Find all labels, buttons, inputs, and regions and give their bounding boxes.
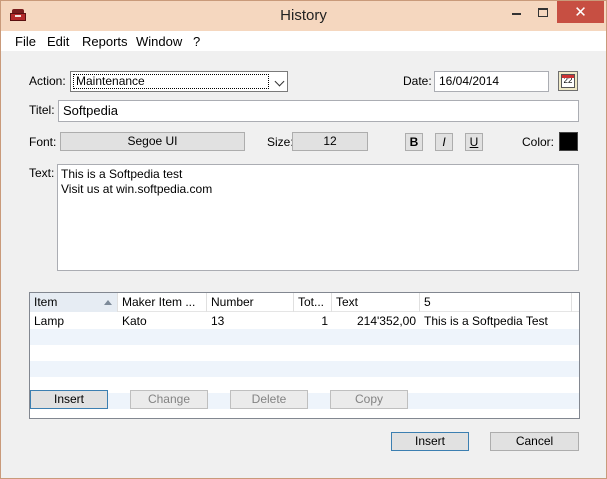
maximize-icon bbox=[538, 7, 548, 17]
copy-button[interactable]: Copy bbox=[330, 390, 408, 409]
chevron-down-icon bbox=[274, 76, 285, 87]
date-field[interactable]: 16/04/2014 bbox=[434, 71, 549, 92]
cell-maker-item: Kato bbox=[122, 314, 147, 328]
text-area[interactable]: This is a Softpedia test Visit us at win… bbox=[57, 164, 579, 271]
calendar-icon: 22 bbox=[561, 74, 575, 88]
menu-file[interactable]: File bbox=[15, 34, 36, 49]
calendar-button[interactable]: 22 bbox=[558, 71, 578, 91]
cell-number: 13 bbox=[211, 314, 225, 328]
history-window: History ✕ File Edit Reports Window ? Act… bbox=[0, 0, 607, 479]
minimize-button[interactable] bbox=[503, 1, 529, 23]
cell-text-amount: 214'352,00 bbox=[356, 314, 416, 328]
column-header-5[interactable]: 5 bbox=[420, 293, 572, 312]
menu-window[interactable]: Window bbox=[136, 34, 182, 49]
action-label: Action: bbox=[29, 74, 66, 88]
color-label: Color: bbox=[522, 135, 555, 149]
cancel-button[interactable]: Cancel bbox=[490, 432, 579, 451]
underline-toggle[interactable]: U bbox=[465, 133, 483, 151]
insert-row-button[interactable]: Insert bbox=[30, 390, 108, 409]
column-header-total[interactable]: Tot... bbox=[294, 293, 332, 312]
size-label: Size: bbox=[267, 135, 294, 149]
text-line: This is a Softpedia test bbox=[61, 167, 183, 181]
italic-toggle[interactable]: I bbox=[435, 133, 453, 151]
empty-row[interactable] bbox=[30, 345, 579, 361]
form-content: Action: Maintenance Date: 16/04/2014 22 … bbox=[1, 51, 606, 478]
table-header: Item Maker Item ... Number Tot... Text 5 bbox=[30, 293, 579, 312]
change-button[interactable]: Change bbox=[130, 390, 208, 409]
table-row[interactable]: Lamp Kato 13 1 214'352,00 This is a Soft… bbox=[30, 313, 579, 329]
date-label: Date: bbox=[403, 74, 432, 88]
empty-row[interactable] bbox=[30, 329, 579, 345]
font-selector[interactable]: Segoe UI bbox=[60, 132, 245, 151]
column-header-text[interactable]: Text bbox=[332, 293, 420, 312]
action-value: Maintenance bbox=[73, 74, 269, 89]
insert-button[interactable]: Insert bbox=[391, 432, 469, 451]
column-header-number[interactable]: Number bbox=[207, 293, 294, 312]
text-line: Visit us at win.softpedia.com bbox=[61, 182, 213, 196]
color-swatch[interactable] bbox=[559, 132, 578, 151]
minimize-icon bbox=[511, 13, 521, 15]
maximize-button[interactable] bbox=[530, 1, 556, 23]
title-field[interactable]: Softpedia bbox=[58, 100, 579, 122]
column-header-item[interactable]: Item bbox=[30, 293, 118, 312]
empty-row[interactable] bbox=[30, 361, 579, 377]
cell-description: This is a Softpedia Test bbox=[424, 314, 548, 328]
menu-help[interactable]: ? bbox=[193, 34, 200, 49]
menu-edit[interactable]: Edit bbox=[47, 34, 69, 49]
action-dropdown[interactable]: Maintenance bbox=[70, 71, 288, 92]
menu-bar: File Edit Reports Window ? bbox=[1, 31, 606, 51]
title-bar[interactable]: History ✕ bbox=[1, 1, 606, 31]
title-label: Titel: bbox=[29, 103, 55, 117]
cell-total: 1 bbox=[321, 314, 328, 328]
sort-ascending-icon bbox=[104, 300, 112, 305]
close-icon: ✕ bbox=[574, 4, 587, 21]
close-button[interactable]: ✕ bbox=[557, 1, 604, 23]
size-field[interactable]: 12 bbox=[292, 132, 368, 151]
bold-toggle[interactable]: B bbox=[405, 133, 423, 151]
cell-item: Lamp bbox=[34, 314, 65, 328]
delete-button[interactable]: Delete bbox=[230, 390, 308, 409]
column-header-maker-item[interactable]: Maker Item ... bbox=[118, 293, 207, 312]
font-label: Font: bbox=[29, 135, 57, 149]
text-label: Text: bbox=[29, 166, 55, 180]
menu-reports[interactable]: Reports bbox=[82, 34, 128, 49]
